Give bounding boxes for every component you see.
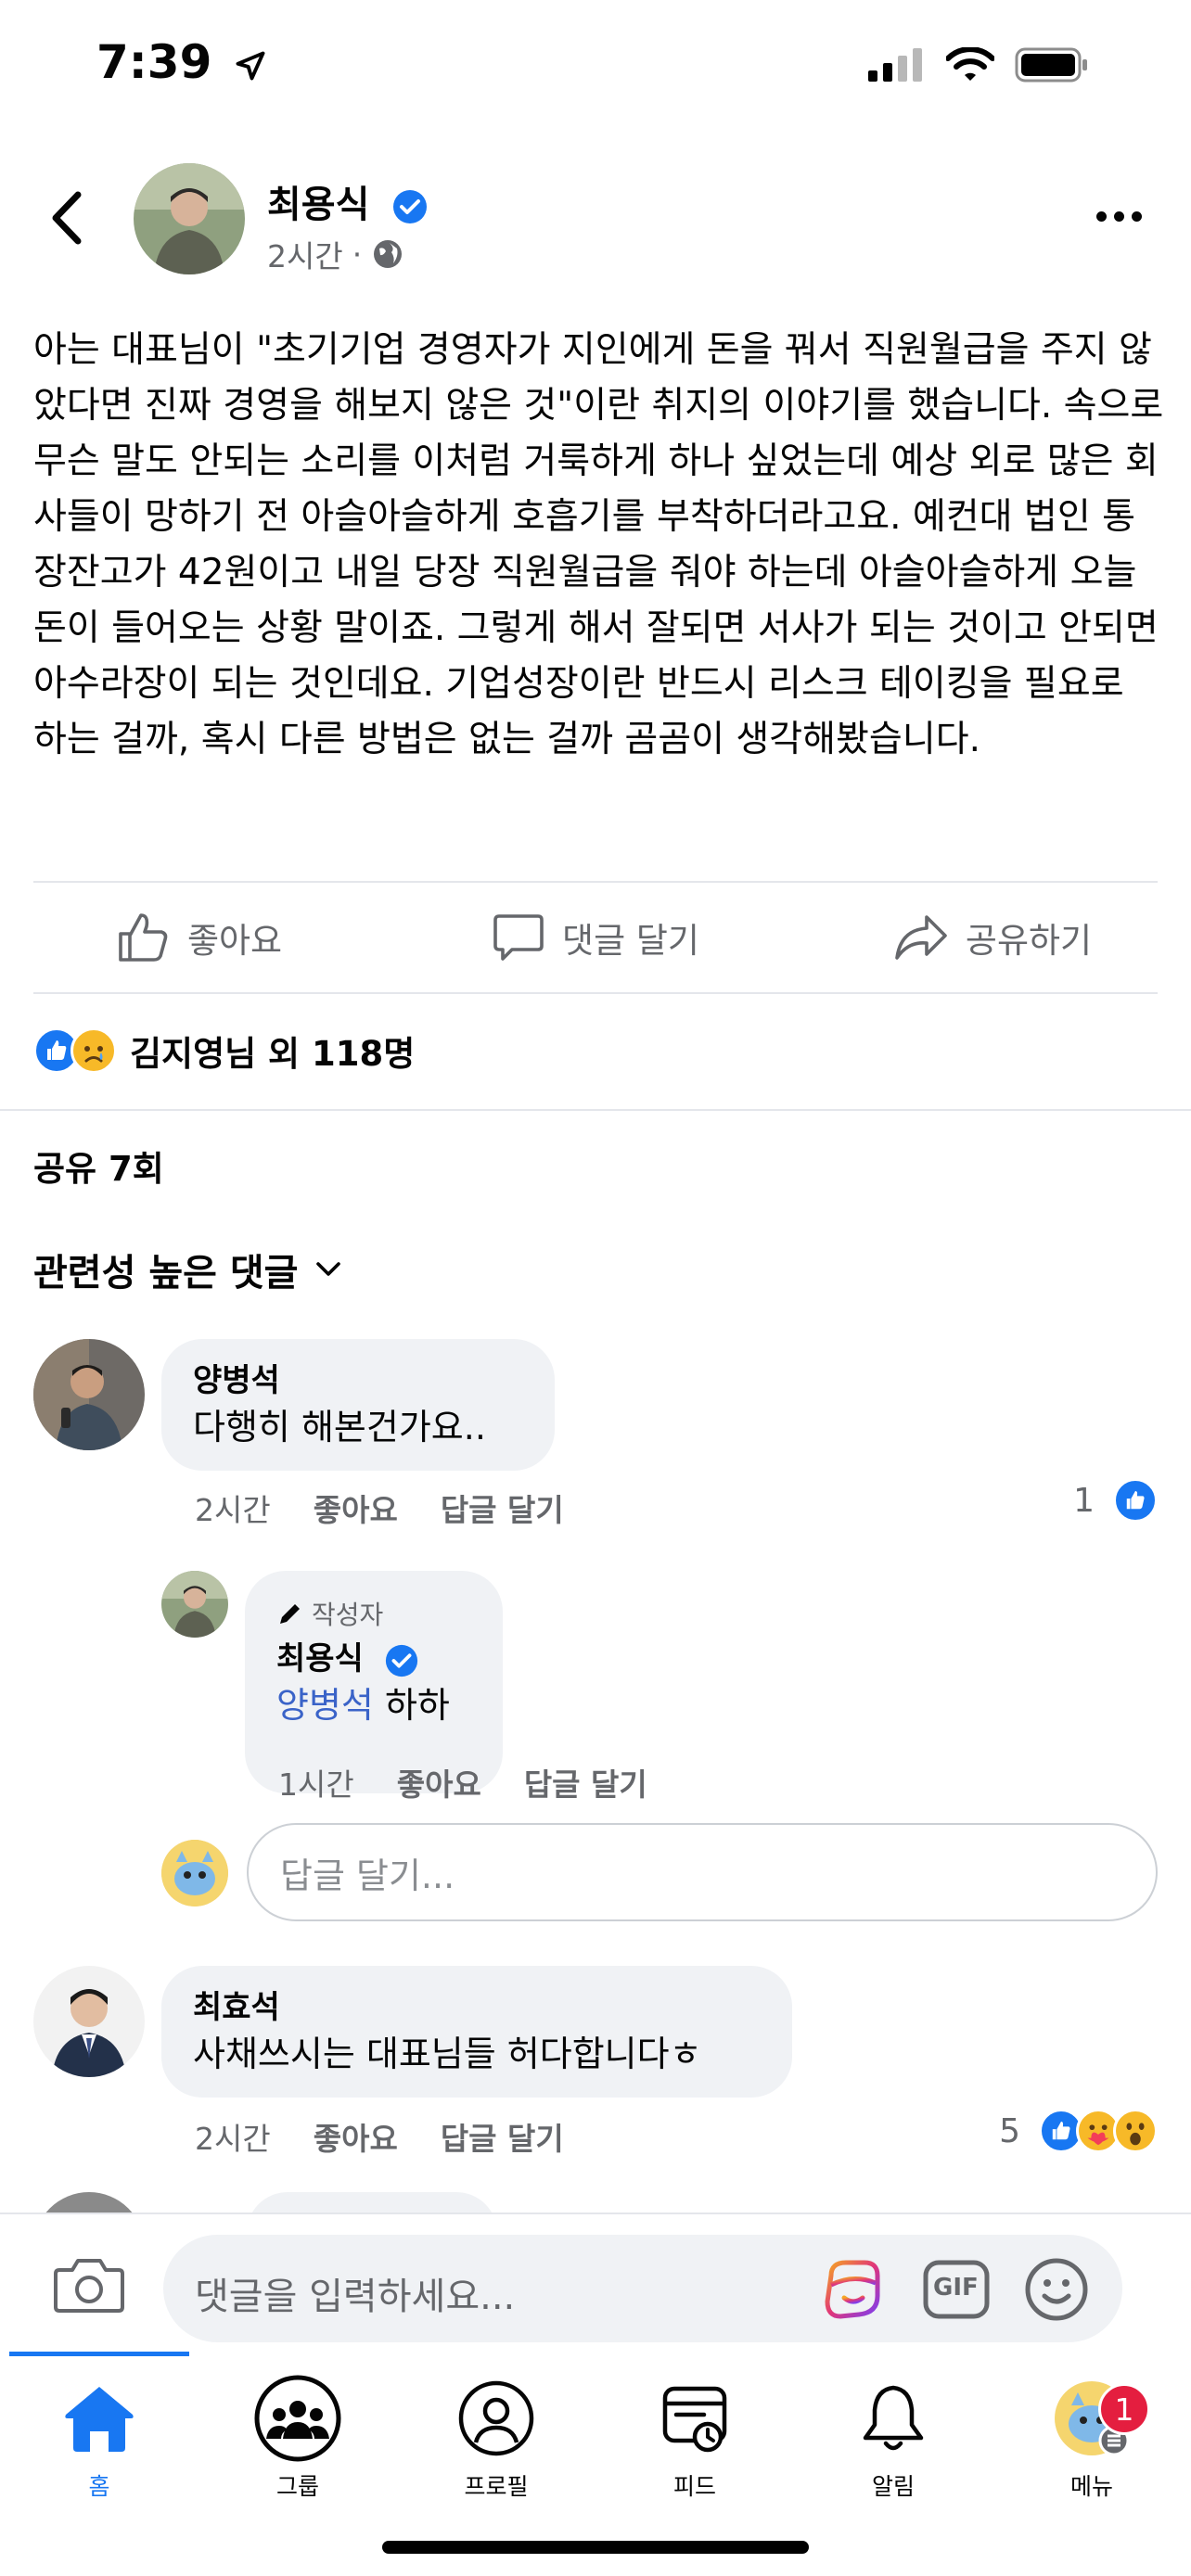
comment-bubble[interactable]: 양병석 다행히 해본건가요.. [161,1339,555,1471]
gif-button[interactable]: GIF [922,2255,991,2324]
commenter-name[interactable]: 최효석 [193,1986,761,2029]
verified-badge-icon [385,1644,417,1677]
profile-icon [452,2374,541,2463]
post-time[interactable]: 2시간 [267,232,343,276]
author-name[interactable]: 최용식 [267,184,369,226]
comment-reply-button[interactable]: 답글 달기 [441,1486,564,1530]
comment-text: 다행히 해본건가요.. [193,1407,486,1447]
divider [0,1109,1191,1111]
chevron-down-icon [316,1262,341,1276]
comment-reactions[interactable]: 1 [1073,1478,1158,1523]
author-tag: 작성자 [276,1595,471,1632]
home-indicator[interactable] [382,2541,809,2554]
comment-like-button[interactable]: 좋아요 [314,1486,398,1530]
post-body: 아는 대표님이 "초기기업 경영자가 지인에게 돈을 꿔서 직원월급을 주지 않… [33,329,1164,760]
reply-like-button[interactable]: 좋아요 [397,1760,481,1804]
status-time: 7:39 [96,35,267,89]
reactions-summary[interactable]: 김지영님 외 118명 [33,1018,415,1083]
groups-icon [253,2374,342,2463]
comment-input[interactable]: 댓글을 입력하세요... GIF [163,2235,1122,2342]
comment-bubble[interactable]: 최효석 사채쓰시는 대표님들 허다합니다ㅎ [161,1966,792,2098]
battery-icon [1015,47,1087,83]
comment-bubble-icon [493,914,544,961]
reply-avatar[interactable] [161,1571,228,1638]
shares-count[interactable]: 공유 7회 [33,1141,164,1191]
smiley-icon [1025,2258,1088,2321]
comment-sort-dropdown[interactable]: 관련성 높은 댓글 [33,1243,342,1296]
more-dots-icon [1095,210,1107,222]
location-arrow-icon [236,51,265,80]
verified-badge-icon [393,190,428,223]
tab-feed[interactable]: 피드 [596,2374,794,2522]
pencil-icon [280,1604,300,1624]
comment-meta: 2시간 좋아요 답글 달기 [195,2114,564,2159]
back-button[interactable] [43,185,95,250]
like-button[interactable]: 좋아요 [0,883,397,992]
commenter-avatar[interactable] [33,1339,145,1450]
divider [33,992,1158,994]
wow-reaction-icon [1113,2109,1158,2153]
bell-icon [849,2374,938,2463]
mention-link[interactable]: 양병석 [276,1685,374,1726]
sad-reaction-icon [70,1027,117,1074]
reaction-count: 5 [999,2111,1020,2150]
reply-input[interactable]: 답글 달기... [247,1823,1158,1921]
wifi-icon [946,47,994,81]
tab-notifications[interactable]: 알림 [794,2374,992,2522]
reply-text: 양병석 하하 [276,1685,450,1726]
tab-menu[interactable]: 메뉴 1 [992,2374,1191,2522]
share-button[interactable]: 공유하기 [794,883,1191,992]
comment-time[interactable]: 2시간 [195,2114,271,2159]
avatar-sticker-button[interactable] [818,2255,887,2324]
status-bar: 7:39 [0,0,1191,130]
tab-groups[interactable]: 그룹 [198,2374,397,2522]
post-meta: 2시간 · [267,232,404,276]
reaction-count: 1 [1073,1481,1095,1520]
reactions-text: 김지영님 외 118명 [130,1034,416,1074]
comment-reply-button[interactable]: 답글 달기 [441,2114,564,2159]
commenter-name[interactable]: 양병석 [193,1359,523,1402]
comment-reactions[interactable]: 5 [999,2109,1158,2153]
avatar-sticker-icon [825,2260,880,2319]
thumbs-up-icon [119,913,168,962]
more-options-button[interactable] [1091,202,1146,230]
home-icon [55,2374,144,2463]
notification-badge: 1 [1098,2383,1150,2435]
chevron-left-icon [52,191,82,245]
reply-time[interactable]: 1시간 [278,1760,354,1804]
reply-author-row: 최용식 [276,1638,471,1680]
share-arrow-icon [895,915,947,960]
comment-text: 사채쓰시는 대표님들 허다합니다ㅎ [193,2034,702,2074]
reply-meta: 1시간 좋아요 답글 달기 [278,1760,647,1804]
like-reaction-icon [1113,1478,1158,1523]
emoji-button[interactable] [1022,2255,1091,2324]
comment-like-button[interactable]: 좋아요 [314,2114,398,2159]
tab-profile[interactable]: 프로필 [397,2374,596,2522]
author-name-row: 최용식 [267,174,429,228]
globe-icon [374,240,403,268]
camera-button[interactable] [54,2255,124,2315]
active-tab-indicator [9,2352,189,2356]
post-header: 최용식 2시간 · [0,158,1191,278]
current-user-avatar [161,1840,228,1906]
feed-icon [650,2374,739,2463]
camera-icon [54,2259,124,2313]
commenter-avatar[interactable] [33,1966,145,2077]
reply-reply-button[interactable]: 답글 달기 [524,1760,647,1804]
comment-meta: 2시간 좋아요 답글 달기 [195,1486,564,1530]
author-avatar[interactable] [134,163,245,274]
cellular-signal-icon [868,48,922,82]
comment-button[interactable]: 댓글 달기 [397,883,794,992]
comment-composer: 댓글을 입력하세요... GIF [0,2213,1191,2352]
reply-author-name[interactable]: 최용식 [276,1640,364,1677]
post-action-bar: 좋아요 댓글 달기 공유하기 [0,883,1191,992]
comment-time[interactable]: 2시간 [195,1486,271,1530]
tab-home[interactable]: 홈 [0,2374,198,2522]
